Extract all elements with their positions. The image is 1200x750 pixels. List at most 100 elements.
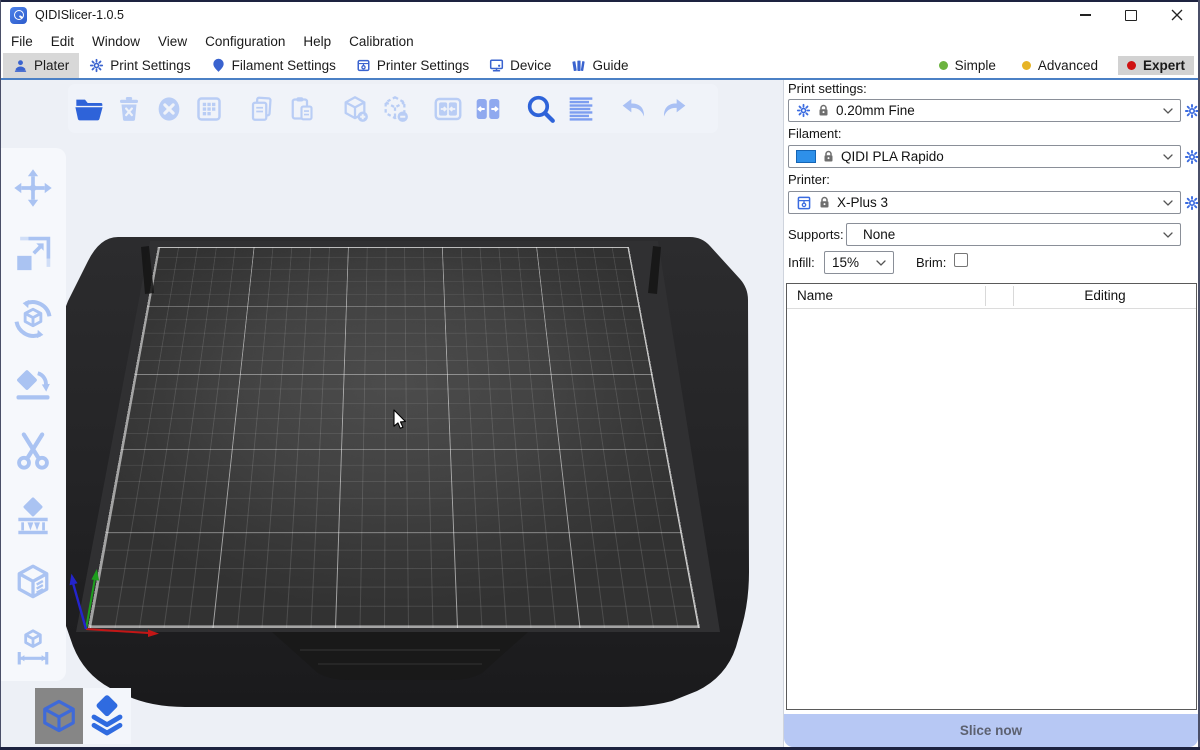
close-icon <box>1171 9 1183 21</box>
redo-button[interactable] <box>654 87 694 131</box>
chevron-down-icon <box>876 260 886 266</box>
simple-dot-icon <box>939 61 948 70</box>
mode-label: Expert <box>1143 58 1185 73</box>
move-button[interactable] <box>0 155 66 221</box>
split-to-objects-button[interactable] <box>428 87 468 131</box>
rotate-button[interactable] <box>0 287 66 353</box>
view-toggles <box>35 688 131 744</box>
infill-label: Infill: <box>788 255 815 270</box>
settings-sidebar: Print settings: 0.20mm Fine Filament: QI… <box>783 80 1200 747</box>
paint-supports-button[interactable] <box>0 484 66 550</box>
title-bar: QIDISlicer-1.0.5 <box>0 0 1200 30</box>
seam-painting-icon <box>11 560 55 604</box>
copy-button[interactable] <box>242 87 282 131</box>
delete-icon <box>114 94 144 124</box>
window-controls <box>1062 0 1200 30</box>
tab-guide[interactable]: Guide <box>561 53 638 78</box>
filament-color-swatch <box>796 150 816 163</box>
menu-bar: File Edit Window View Configuration Help… <box>0 30 1200 53</box>
paste-button[interactable] <box>282 87 322 131</box>
guide-icon <box>571 58 586 73</box>
place-on-face-icon <box>11 363 55 407</box>
tabbar-spacer <box>638 53 932 78</box>
copy-icon <box>247 94 277 124</box>
variable-layer-height-button[interactable] <box>561 87 601 131</box>
search-icon <box>524 92 558 126</box>
mode-label: Simple <box>955 58 996 73</box>
chevron-down-icon <box>1163 108 1173 114</box>
gizmo-toolbar <box>0 148 66 681</box>
rotate-icon <box>10 296 56 342</box>
measure-button[interactable] <box>0 615 66 681</box>
gear-icon <box>796 103 811 118</box>
arrange-button[interactable] <box>189 87 229 131</box>
supports-combo[interactable]: None <box>846 223 1181 246</box>
minimize-icon <box>1080 14 1091 16</box>
paint-supports-icon <box>11 495 55 539</box>
search-button[interactable] <box>521 87 561 131</box>
tab-label: Plater <box>34 58 69 73</box>
add-instance-button[interactable] <box>335 87 375 131</box>
expert-dot-icon <box>1127 61 1136 70</box>
filament-combo[interactable]: QIDI PLA Rapido <box>788 145 1181 168</box>
scale-button[interactable] <box>0 221 66 287</box>
preview-view-button[interactable] <box>83 688 131 744</box>
column-divider <box>985 286 986 306</box>
open-button[interactable] <box>69 87 109 131</box>
menu-edit[interactable]: Edit <box>42 30 83 53</box>
menu-view[interactable]: View <box>149 30 196 53</box>
maximize-button[interactable] <box>1108 0 1154 30</box>
menu-configuration[interactable]: Configuration <box>196 30 294 53</box>
cut-button[interactable] <box>0 418 66 484</box>
close-button[interactable] <box>1154 0 1200 30</box>
tab-print-settings[interactable]: Print Settings <box>79 53 200 78</box>
menu-calibration[interactable]: Calibration <box>340 30 423 53</box>
app-window: QIDISlicer-1.0.5 File Edit Window View C… <box>0 0 1200 750</box>
undo-button[interactable] <box>614 87 654 131</box>
paste-icon <box>287 94 317 124</box>
seam-painting-button[interactable] <box>0 550 66 616</box>
object-list-body[interactable] <box>787 309 1196 711</box>
brim-label: Brim: <box>916 255 946 270</box>
mode-advanced[interactable]: Advanced <box>1016 56 1104 75</box>
printer-icon <box>796 195 812 211</box>
place-on-face-button[interactable] <box>0 352 66 418</box>
print-settings-combo[interactable]: 0.20mm Fine <box>788 99 1181 122</box>
mode-simple[interactable]: Simple <box>933 56 1002 75</box>
tab-printer-settings[interactable]: Printer Settings <box>346 53 479 78</box>
menu-file[interactable]: File <box>2 30 42 53</box>
printer-combo[interactable]: X-Plus 3 <box>788 191 1181 214</box>
main-area: Print settings: 0.20mm Fine Filament: QI… <box>0 80 1200 747</box>
maximize-icon <box>1125 10 1137 21</box>
column-header-name: Name <box>797 284 833 308</box>
remove-instance-button[interactable] <box>375 87 415 131</box>
tab-plater[interactable]: Plater <box>3 53 79 78</box>
filament-settings-icon <box>211 58 226 73</box>
bed-front-notch <box>272 632 528 680</box>
tab-filament-settings[interactable]: Filament Settings <box>201 53 346 78</box>
viewport-3d-canvas[interactable] <box>0 80 783 747</box>
window-border-top <box>0 0 1200 2</box>
3d-editor-view-button[interactable] <box>35 688 83 744</box>
arrange-icon <box>194 94 224 124</box>
device-icon <box>489 58 504 73</box>
advanced-dot-icon <box>1022 61 1031 70</box>
split-to-parts-icon <box>472 93 504 125</box>
mode-expert[interactable]: Expert <box>1118 56 1194 75</box>
delete-button[interactable] <box>109 87 149 131</box>
preview-view-icon <box>87 695 127 737</box>
minimize-button[interactable] <box>1062 0 1108 30</box>
3d-editor-view-icon <box>40 697 78 735</box>
slice-now-button[interactable]: Slice now <box>784 714 1198 747</box>
brim-checkbox[interactable] <box>954 253 968 267</box>
split-to-parts-button[interactable] <box>468 87 508 131</box>
object-list[interactable]: Name Editing <box>786 283 1197 710</box>
infill-combo[interactable]: 15% <box>824 251 894 274</box>
lock-icon <box>819 196 830 209</box>
menu-help[interactable]: Help <box>294 30 340 53</box>
mode-label: Advanced <box>1038 58 1098 73</box>
tab-device[interactable]: Device <box>479 53 561 78</box>
delete-all-button[interactable] <box>149 87 189 131</box>
menu-window[interactable]: Window <box>83 30 149 53</box>
open-icon <box>73 93 105 125</box>
